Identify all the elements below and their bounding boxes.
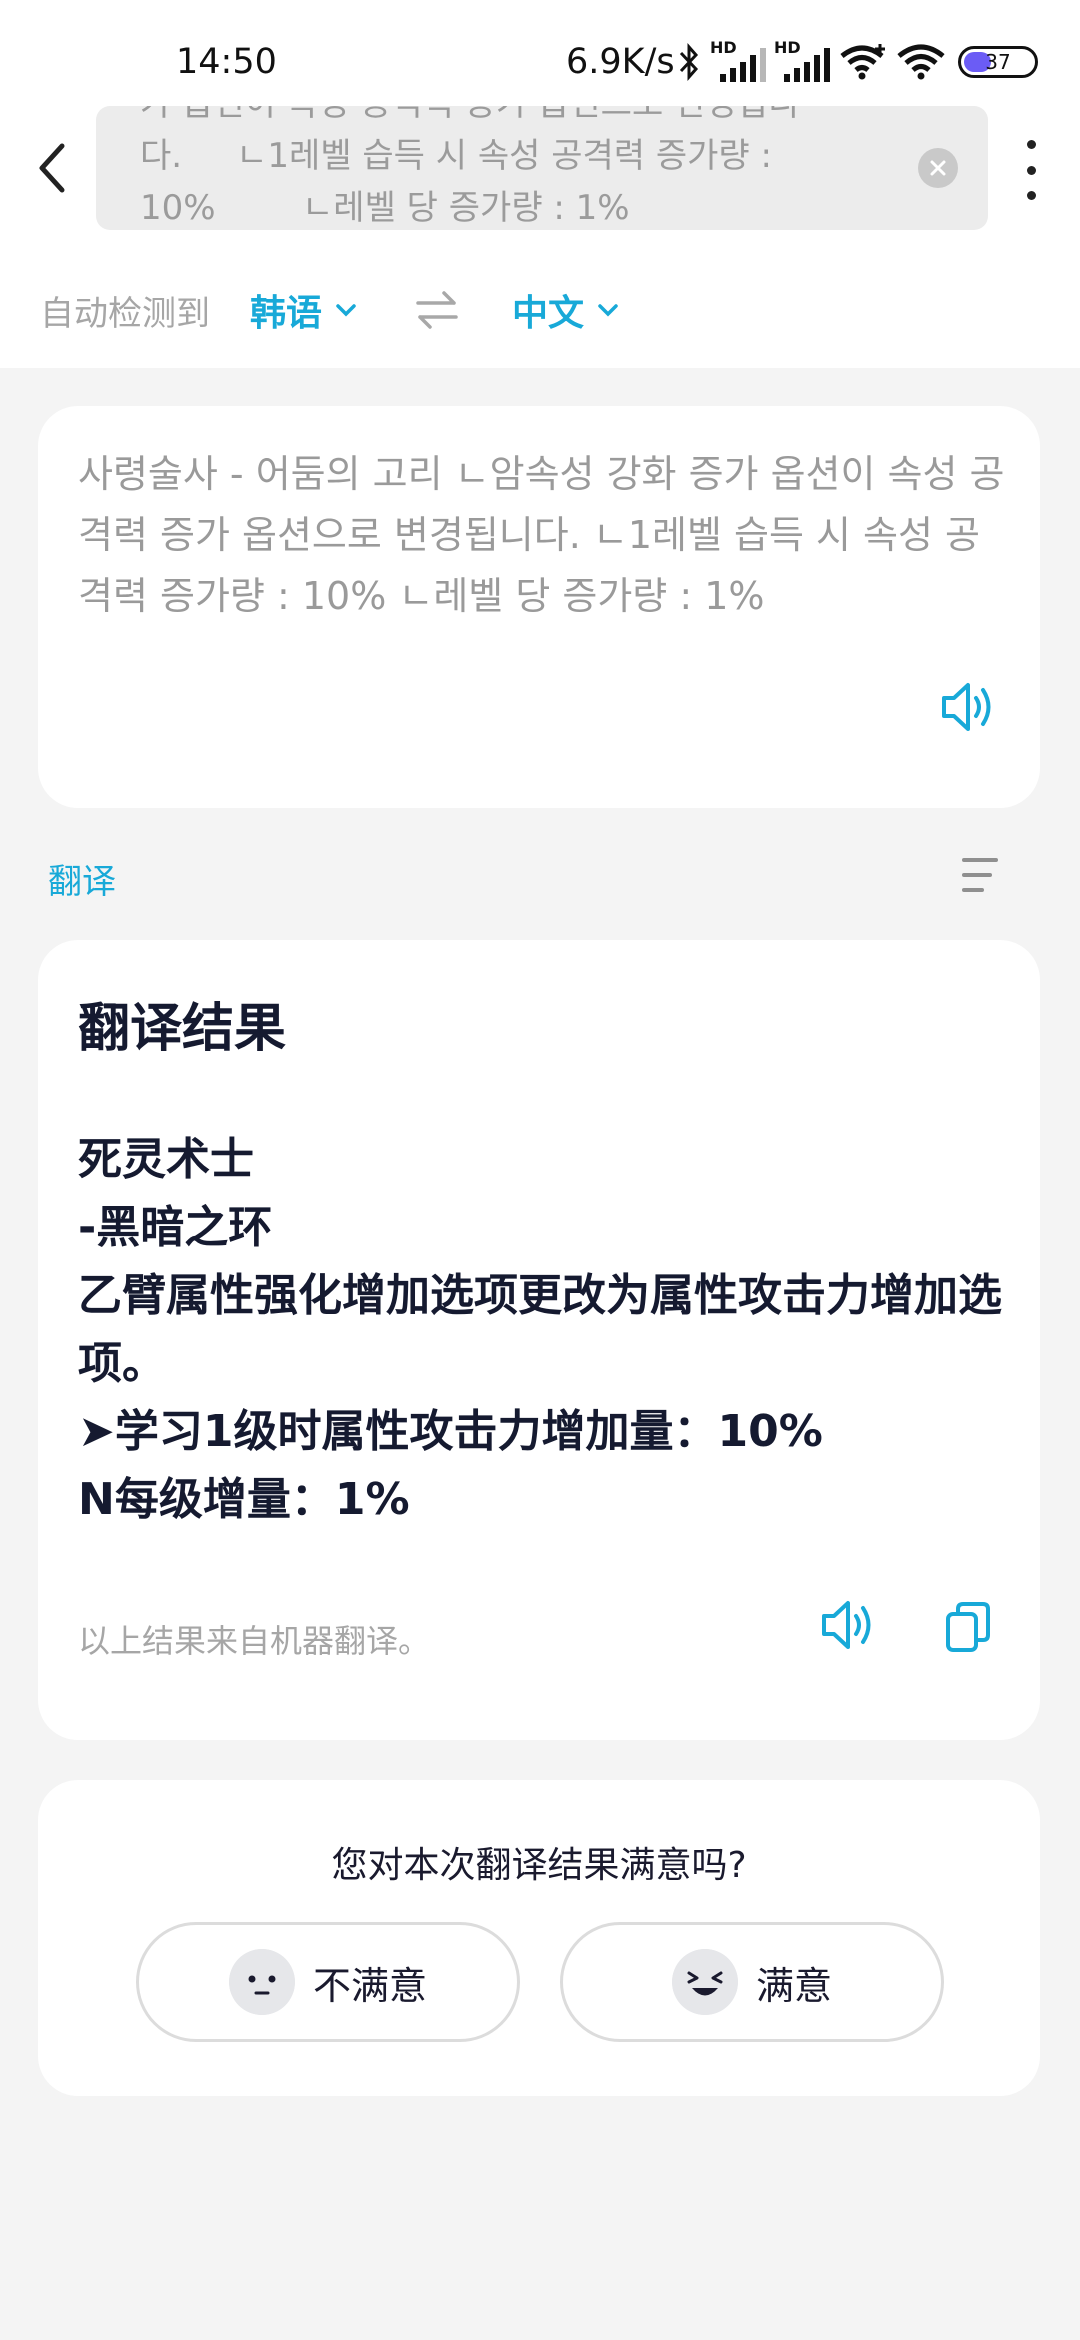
status-time: 14:50	[176, 42, 277, 82]
hd-signal-icon: HD	[710, 38, 766, 86]
auto-detect-label: 自动检测到	[40, 293, 210, 334]
back-icon	[39, 143, 65, 193]
source-text-card: 사령술사 - 어둠의 고리 ㄴ암속성 강화 증가 옵션이 속성 공격력 증가 옵…	[38, 406, 1040, 808]
speaker-icon[interactable]	[938, 676, 1000, 738]
feedback-card: 您对本次翻译结果满意吗? 不满意 满意	[38, 1780, 1040, 2096]
dissatisfied-label: 不满意	[312, 1963, 427, 2008]
query-input[interactable]: 가 옵션이 속성 공격력 증가 옵션으로 변경됩니 다. ㄴ1레벨 습득 시 속…	[96, 106, 988, 230]
back-button[interactable]	[28, 136, 74, 200]
result-line: -黑暗之环	[78, 1202, 273, 1253]
more-button[interactable]	[1016, 140, 1046, 200]
speaker-icon[interactable]	[818, 1594, 880, 1656]
source-language-select[interactable]: 韩语	[250, 284, 356, 336]
satisfied-button[interactable]: 满意	[560, 1922, 944, 2042]
result-line: 死灵术士	[78, 1134, 254, 1185]
wifi-plus-icon	[840, 44, 885, 80]
neutral-face-icon	[228, 1949, 295, 2015]
dissatisfied-button[interactable]: 不满意	[136, 1922, 520, 2042]
bluetooth-icon	[679, 43, 699, 81]
chevron-down-icon	[598, 304, 618, 317]
machine-translation-note: 以上结果来自机器翻译。	[78, 1622, 431, 1660]
clear-icon	[930, 160, 946, 176]
network-speed: 6.9K/s	[566, 42, 675, 82]
happy-face-icon	[671, 1949, 738, 2015]
copy-icon[interactable]	[944, 1600, 992, 1654]
clear-button[interactable]	[918, 148, 958, 188]
language-bar: 自动检测到 韩语 中文	[40, 280, 618, 340]
battery-icon: 37	[958, 46, 1038, 78]
target-language-label: 中文	[512, 293, 585, 334]
result-text: 死灵术士 -黑暗之环 乙臂属性强化增加选项更改为属性攻击力增加选项。 ➤学习1级…	[78, 1126, 1028, 1534]
swap-languages-icon[interactable]	[416, 290, 458, 330]
source-text: 사령술사 - 어둠의 고리 ㄴ암속성 강화 증가 옵션이 속성 공격력 증가 옵…	[78, 452, 1005, 618]
result-line: ➤学习1级时属性攻击力增加量：10%	[78, 1406, 823, 1457]
status-icons: HD HD 37	[676, 36, 1038, 88]
wifi-icon	[897, 44, 945, 80]
chevron-down-icon	[336, 304, 356, 317]
feedback-question: 您对本次翻译结果满意吗?	[331, 1845, 747, 1886]
result-line: N每级增量：1%	[78, 1474, 410, 1525]
result-line: 乙臂属性强化增加选项更改为属性攻击力增加选项。	[78, 1270, 1002, 1389]
sort-icon[interactable]	[962, 858, 1002, 892]
satisfied-label: 满意	[755, 1963, 832, 2008]
query-text: 가 옵션이 속성 공격력 증가 옵션으로 변경됩니 다. ㄴ1레벨 습득 시 속…	[140, 106, 799, 228]
translation-result-card: 翻译结果 死灵术士 -黑暗之环 乙臂属性强化增加选项更改为属性攻击力增加选项。 …	[38, 940, 1040, 1740]
hd-signal-icon: HD	[774, 38, 830, 86]
translation-section-label: 翻译	[48, 862, 116, 902]
target-language-select[interactable]: 中文	[512, 284, 618, 336]
more-icon	[1026, 140, 1036, 149]
source-language-label: 韩语	[250, 293, 323, 334]
status-bar: 14:50 6.9K/s HD HD 37	[0, 0, 1080, 110]
result-title: 翻译结果	[78, 999, 287, 1059]
